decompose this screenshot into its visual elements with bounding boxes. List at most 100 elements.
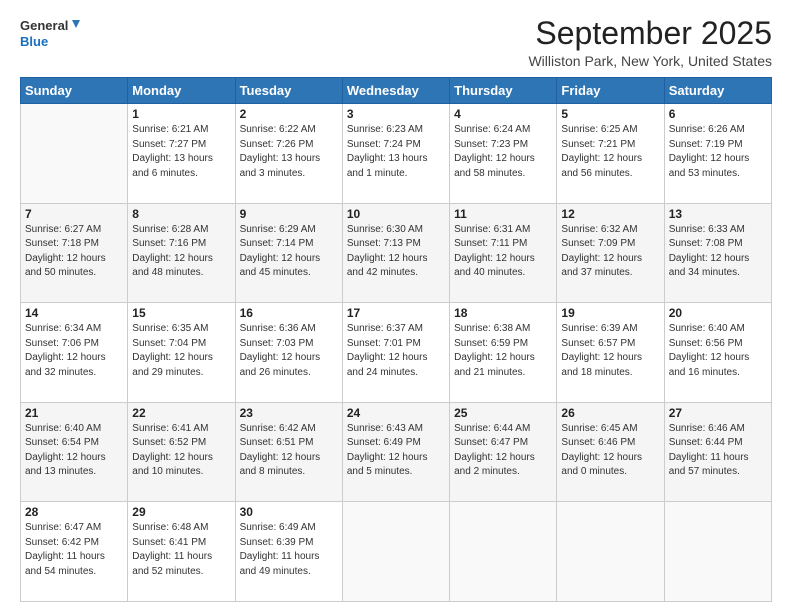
sunset-label: Sunset: 6:42 PM: [25, 537, 99, 548]
day-info: Sunrise: 6:25 AM Sunset: 7:21 PM Dayligh…: [561, 123, 659, 181]
sunset-label: Sunset: 6:44 PM: [669, 437, 743, 448]
daylight-label: Daylight: 13 hours and 1 minute.: [347, 153, 428, 179]
sunset-label: Sunset: 6:46 PM: [561, 437, 635, 448]
logo: General Blue: [20, 16, 80, 52]
calendar-week-row: 14 Sunrise: 6:34 AM Sunset: 7:06 PM Dayl…: [21, 303, 772, 403]
day-number: 30: [240, 505, 338, 519]
day-number: 19: [561, 306, 659, 320]
sunrise-label: Sunrise: 6:28 AM: [132, 224, 208, 235]
day-info: Sunrise: 6:34 AM Sunset: 7:06 PM Dayligh…: [25, 322, 123, 380]
calendar-cell: 18 Sunrise: 6:38 AM Sunset: 6:59 PM Dayl…: [450, 303, 557, 403]
daylight-label: Daylight: 12 hours and 42 minutes.: [347, 253, 428, 279]
sunrise-label: Sunrise: 6:40 AM: [25, 423, 101, 434]
day-info: Sunrise: 6:35 AM Sunset: 7:04 PM Dayligh…: [132, 322, 230, 380]
calendar-cell: [557, 502, 664, 602]
day-info: Sunrise: 6:23 AM Sunset: 7:24 PM Dayligh…: [347, 123, 445, 181]
calendar-cell: [450, 502, 557, 602]
day-number: 14: [25, 306, 123, 320]
daylight-label: Daylight: 12 hours and 13 minutes.: [25, 452, 106, 478]
calendar-cell: [21, 104, 128, 204]
day-number: 18: [454, 306, 552, 320]
day-number: 5: [561, 107, 659, 121]
calendar-cell: 11 Sunrise: 6:31 AM Sunset: 7:11 PM Dayl…: [450, 203, 557, 303]
day-info: Sunrise: 6:31 AM Sunset: 7:11 PM Dayligh…: [454, 223, 552, 281]
daylight-label: Daylight: 12 hours and 40 minutes.: [454, 253, 535, 279]
daylight-label: Daylight: 12 hours and 53 minutes.: [669, 153, 750, 179]
day-number: 6: [669, 107, 767, 121]
day-info: Sunrise: 6:37 AM Sunset: 7:01 PM Dayligh…: [347, 322, 445, 380]
day-info: Sunrise: 6:33 AM Sunset: 7:08 PM Dayligh…: [669, 223, 767, 281]
sunset-label: Sunset: 7:09 PM: [561, 238, 635, 249]
day-number: 16: [240, 306, 338, 320]
sunrise-label: Sunrise: 6:22 AM: [240, 124, 316, 135]
day-info: Sunrise: 6:40 AM Sunset: 6:54 PM Dayligh…: [25, 422, 123, 480]
calendar-cell: 27 Sunrise: 6:46 AM Sunset: 6:44 PM Dayl…: [664, 402, 771, 502]
calendar-cell: 1 Sunrise: 6:21 AM Sunset: 7:27 PM Dayli…: [128, 104, 235, 204]
daylight-label: Daylight: 12 hours and 0 minutes.: [561, 452, 642, 478]
svg-text:General: General: [20, 18, 68, 33]
col-wednesday: Wednesday: [342, 78, 449, 104]
day-number: 22: [132, 406, 230, 420]
daylight-label: Daylight: 13 hours and 6 minutes.: [132, 153, 213, 179]
daylight-label: Daylight: 12 hours and 8 minutes.: [240, 452, 321, 478]
title-block: September 2025 Williston Park, New York,…: [528, 16, 772, 69]
location: Williston Park, New York, United States: [528, 53, 772, 69]
sunrise-label: Sunrise: 6:34 AM: [25, 323, 101, 334]
calendar-cell: 4 Sunrise: 6:24 AM Sunset: 7:23 PM Dayli…: [450, 104, 557, 204]
sunrise-label: Sunrise: 6:27 AM: [25, 224, 101, 235]
calendar-cell: 23 Sunrise: 6:42 AM Sunset: 6:51 PM Dayl…: [235, 402, 342, 502]
daylight-label: Daylight: 13 hours and 3 minutes.: [240, 153, 321, 179]
day-info: Sunrise: 6:46 AM Sunset: 6:44 PM Dayligh…: [669, 422, 767, 480]
daylight-label: Daylight: 12 hours and 56 minutes.: [561, 153, 642, 179]
daylight-label: Daylight: 12 hours and 50 minutes.: [25, 253, 106, 279]
day-number: 1: [132, 107, 230, 121]
calendar-cell: 29 Sunrise: 6:48 AM Sunset: 6:41 PM Dayl…: [128, 502, 235, 602]
day-info: Sunrise: 6:24 AM Sunset: 7:23 PM Dayligh…: [454, 123, 552, 181]
calendar-cell: 25 Sunrise: 6:44 AM Sunset: 6:47 PM Dayl…: [450, 402, 557, 502]
day-number: 20: [669, 306, 767, 320]
calendar-week-row: 7 Sunrise: 6:27 AM Sunset: 7:18 PM Dayli…: [21, 203, 772, 303]
calendar-cell: 26 Sunrise: 6:45 AM Sunset: 6:46 PM Dayl…: [557, 402, 664, 502]
day-info: Sunrise: 6:21 AM Sunset: 7:27 PM Dayligh…: [132, 123, 230, 181]
sunset-label: Sunset: 7:04 PM: [132, 338, 206, 349]
sunset-label: Sunset: 6:49 PM: [347, 437, 421, 448]
calendar-cell: 19 Sunrise: 6:39 AM Sunset: 6:57 PM Dayl…: [557, 303, 664, 403]
header: General Blue September 2025 Williston Pa…: [20, 16, 772, 69]
sunrise-label: Sunrise: 6:48 AM: [132, 522, 208, 533]
calendar-cell: 2 Sunrise: 6:22 AM Sunset: 7:26 PM Dayli…: [235, 104, 342, 204]
day-info: Sunrise: 6:43 AM Sunset: 6:49 PM Dayligh…: [347, 422, 445, 480]
logo-svg: General Blue: [20, 16, 80, 52]
sunset-label: Sunset: 6:39 PM: [240, 537, 314, 548]
sunrise-label: Sunrise: 6:46 AM: [669, 423, 745, 434]
day-info: Sunrise: 6:48 AM Sunset: 6:41 PM Dayligh…: [132, 521, 230, 579]
sunset-label: Sunset: 6:41 PM: [132, 537, 206, 548]
sunset-label: Sunset: 7:11 PM: [454, 238, 527, 249]
sunset-label: Sunset: 6:54 PM: [25, 437, 99, 448]
sunset-label: Sunset: 6:52 PM: [132, 437, 206, 448]
col-sunday: Sunday: [21, 78, 128, 104]
day-info: Sunrise: 6:44 AM Sunset: 6:47 PM Dayligh…: [454, 422, 552, 480]
daylight-label: Daylight: 12 hours and 29 minutes.: [132, 352, 213, 378]
day-number: 2: [240, 107, 338, 121]
day-info: Sunrise: 6:27 AM Sunset: 7:18 PM Dayligh…: [25, 223, 123, 281]
col-saturday: Saturday: [664, 78, 771, 104]
sunset-label: Sunset: 6:57 PM: [561, 338, 635, 349]
sunrise-label: Sunrise: 6:26 AM: [669, 124, 745, 135]
calendar-week-row: 1 Sunrise: 6:21 AM Sunset: 7:27 PM Dayli…: [21, 104, 772, 204]
day-number: 26: [561, 406, 659, 420]
sunrise-label: Sunrise: 6:25 AM: [561, 124, 637, 135]
calendar-cell: 21 Sunrise: 6:40 AM Sunset: 6:54 PM Dayl…: [21, 402, 128, 502]
svg-text:Blue: Blue: [20, 34, 48, 49]
calendar-week-row: 28 Sunrise: 6:47 AM Sunset: 6:42 PM Dayl…: [21, 502, 772, 602]
sunset-label: Sunset: 7:03 PM: [240, 338, 314, 349]
daylight-label: Daylight: 12 hours and 45 minutes.: [240, 253, 321, 279]
daylight-label: Daylight: 12 hours and 10 minutes.: [132, 452, 213, 478]
calendar-week-row: 21 Sunrise: 6:40 AM Sunset: 6:54 PM Dayl…: [21, 402, 772, 502]
daylight-label: Daylight: 12 hours and 26 minutes.: [240, 352, 321, 378]
sunset-label: Sunset: 6:47 PM: [454, 437, 528, 448]
sunrise-label: Sunrise: 6:31 AM: [454, 224, 530, 235]
day-number: 3: [347, 107, 445, 121]
day-info: Sunrise: 6:42 AM Sunset: 6:51 PM Dayligh…: [240, 422, 338, 480]
daylight-label: Daylight: 12 hours and 2 minutes.: [454, 452, 535, 478]
calendar-cell: [342, 502, 449, 602]
